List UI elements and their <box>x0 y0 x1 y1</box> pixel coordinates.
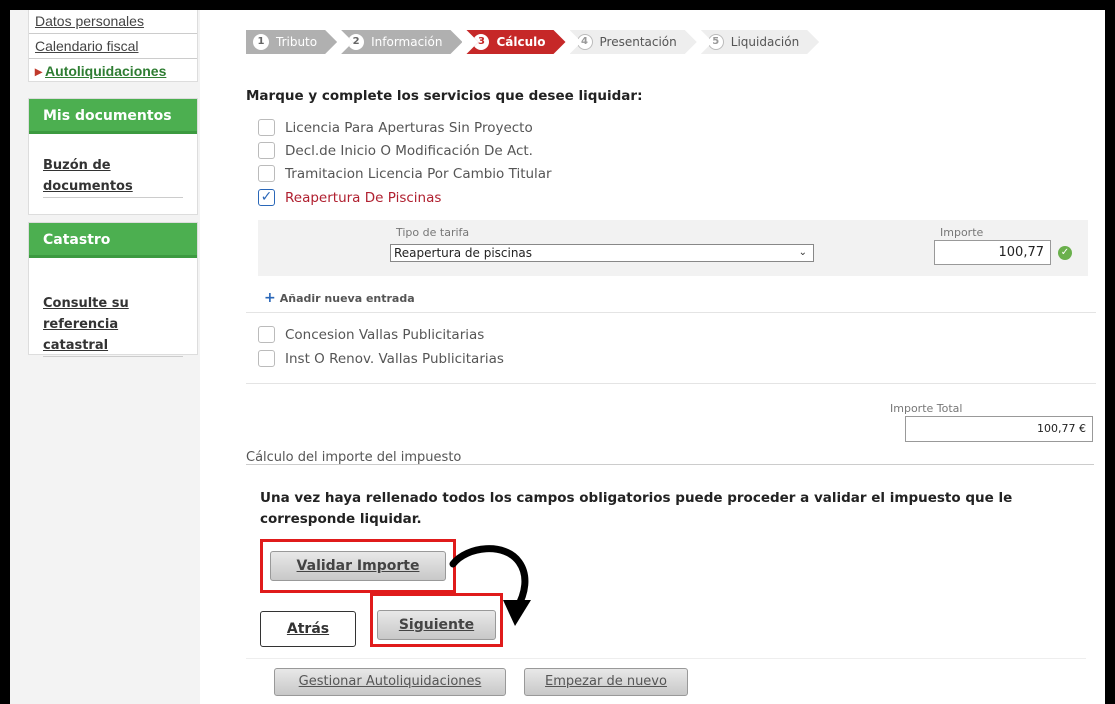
checkbox[interactable] <box>258 326 275 343</box>
validar-importe-button[interactable]: Validar Importe <box>270 551 446 581</box>
divider <box>43 356 183 357</box>
atras-button[interactable]: Atrás <box>260 611 356 647</box>
sidebar-link-calendario-fiscal[interactable]: Calendario fiscal <box>29 34 197 59</box>
step-number: 4 <box>577 34 593 50</box>
tarifa-label: Tipo de tarifa <box>396 226 470 239</box>
siguiente-button[interactable]: Siguiente <box>377 610 496 640</box>
service-label: Reapertura De Piscinas <box>285 189 442 206</box>
service-concesion-vallas[interactable]: Concesion Vallas Publicitarias <box>258 326 484 343</box>
step-tributo[interactable]: 1 Tributo <box>246 30 337 54</box>
entry-panel: Tipo de tarifa Reapertura de piscinas ⌄ I… <box>258 220 1088 276</box>
gestionar-autoliquidaciones-button[interactable]: Gestionar Autoliquidaciones <box>274 668 506 696</box>
importe-total-field: 100,77 € <box>905 416 1093 442</box>
service-label: Decl.de Inicio O Modificación De Act. <box>285 142 533 159</box>
empezar-de-nuevo-button[interactable]: Empezar de nuevo <box>524 668 688 696</box>
step-number: 3 <box>473 34 489 50</box>
plus-icon: + <box>264 290 276 306</box>
sidebar-link-datos-personales[interactable]: Datos personales <box>29 10 197 34</box>
add-entry-label: Añadir nueva entrada <box>279 292 415 305</box>
importe-input[interactable]: 100,77 <box>934 240 1051 265</box>
importe-total-label: Importe Total <box>890 402 963 415</box>
divider <box>43 197 183 198</box>
catastro-panel: Catastro Consulte su referencia catastra… <box>28 222 198 357</box>
divider <box>246 312 1096 313</box>
step-label: Liquidación <box>730 35 800 49</box>
catastro-heading: Catastro <box>29 223 197 258</box>
importe-label: Importe <box>940 226 984 239</box>
step-number: 5 <box>708 34 724 50</box>
checkbox[interactable] <box>258 142 275 159</box>
checkbox[interactable] <box>258 119 275 136</box>
service-label: Inst O Renov. Vallas Publicitarias <box>285 350 504 367</box>
checkbox[interactable] <box>258 350 275 367</box>
divider <box>246 464 1094 465</box>
main-content: 1 Tributo 2 Información 3 Cálculo 4 Presenta… <box>240 10 1105 704</box>
tarifa-select[interactable]: Reapertura de piscinas ⌄ <box>390 244 814 262</box>
tarifa-value: Reapertura de piscinas <box>394 246 533 260</box>
sidebar-nav-box: Datos personales Calendario fiscal Autol… <box>28 10 198 82</box>
service-reapertura-piscinas[interactable]: ✓ Reapertura De Piscinas <box>258 189 441 206</box>
checkbox[interactable] <box>258 165 275 182</box>
sidebar-link-autoliquidaciones[interactable]: Autoliquidaciones <box>29 59 197 83</box>
step-liquidacion: 5 Liquidación <box>701 30 819 54</box>
add-entry-link[interactable]: + Añadir nueva entrada <box>264 290 415 306</box>
checkbox-checked-icon[interactable]: ✓ <box>258 189 275 206</box>
buzon-documentos-link[interactable]: Buzón de documentos <box>29 155 197 197</box>
step-label: Presentación <box>599 35 677 49</box>
service-inst-renov-vallas[interactable]: Inst O Renov. Vallas Publicitarias <box>258 350 504 367</box>
step-label: Tributo <box>276 35 318 49</box>
service-licencia-aperturas[interactable]: Licencia Para Aperturas Sin Proyecto <box>258 119 533 136</box>
progress-stepper: 1 Tributo 2 Información 3 Cálculo 4 Presenta… <box>246 30 823 54</box>
divider <box>246 383 1096 384</box>
step-label: Cálculo <box>496 35 546 49</box>
step-calculo: 3 Cálculo <box>466 30 565 54</box>
calculo-title: Cálculo del importe del impuesto <box>246 450 462 465</box>
mis-documentos-heading: Mis documentos <box>29 99 197 134</box>
step-presentacion: 4 Presentación <box>570 30 697 54</box>
step-number: 2 <box>348 34 364 50</box>
instructions-heading: Marque y complete los servicios que dese… <box>246 88 643 104</box>
step-label: Información <box>371 35 443 49</box>
mis-documentos-panel: Mis documentos Buzón de documentos <box>28 98 198 215</box>
chevron-down-icon: ⌄ <box>798 247 807 258</box>
service-label: Licencia Para Aperturas Sin Proyecto <box>285 119 533 136</box>
browser-frame: Datos personales Calendario fiscal Autol… <box>10 10 1105 704</box>
service-decl-inicio[interactable]: Decl.de Inicio O Modificación De Act. <box>258 142 533 159</box>
service-tramitacion-licencia[interactable]: Tramitacion Licencia Por Cambio Titular <box>258 165 552 182</box>
step-number: 1 <box>253 34 269 50</box>
sidebar: Datos personales Calendario fiscal Autol… <box>10 10 200 704</box>
consulte-referencia-link[interactable]: Consulte su referencia catastral <box>29 293 159 356</box>
check-valid-icon: ✓ <box>1058 246 1072 260</box>
step-informacion[interactable]: 2 Información <box>341 30 462 54</box>
service-label: Concesion Vallas Publicitarias <box>285 326 485 343</box>
service-label: Tramitacion Licencia Por Cambio Titular <box>285 165 552 182</box>
divider <box>246 658 1086 659</box>
info-text: Una vez haya rellenado todos los campos … <box>260 490 1013 527</box>
